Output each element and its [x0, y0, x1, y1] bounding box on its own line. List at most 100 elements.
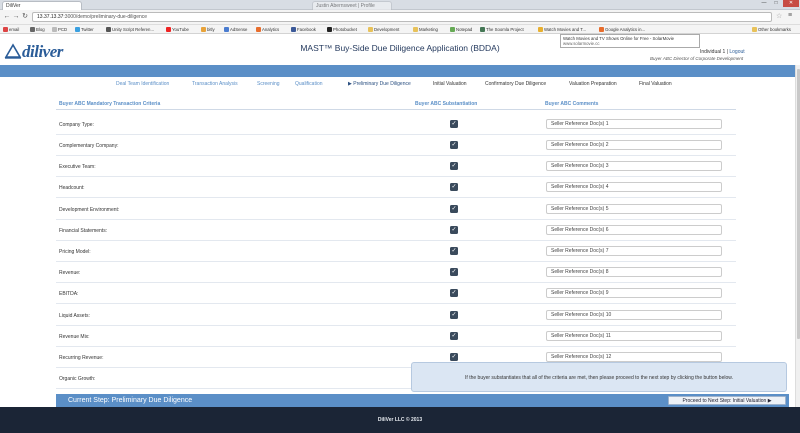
substantiation-checkbox[interactable]: ✓ [450, 183, 458, 191]
instruction-notice: If the buyer substantiates that all of t… [411, 362, 787, 392]
menu-icon[interactable]: ≡ [788, 12, 792, 19]
bookmark-item[interactable]: Blog [30, 25, 45, 34]
next-step-button[interactable]: Proceed to Next Step: Initial Valuation … [668, 396, 786, 405]
substantiation-checkbox[interactable]: ✓ [450, 289, 458, 297]
header-bar [0, 65, 800, 77]
user-info: Individual 1 | Logout [700, 49, 745, 55]
reload-icon[interactable]: ↻ [21, 13, 29, 21]
bookmark-item[interactable]: Analytics [256, 25, 279, 34]
criteria-row: Liquid Assets: ✓ Seller Reference Doc(s) 1… [56, 305, 736, 326]
substantiation-checkbox[interactable]: ✓ [450, 247, 458, 255]
criteria-row: Company Type: ✓ Seller Reference Doc(s) 1 [56, 114, 736, 135]
bookmark-item[interactable]: bitly [201, 25, 215, 34]
criteria-label: Organic Growth: [59, 376, 96, 382]
bookmark-item[interactable]: email [3, 25, 19, 34]
step-deal-team-identification[interactable]: Deal Team Identification [116, 81, 169, 87]
criteria-label: Recurring Revenue: [59, 355, 104, 361]
comment-field[interactable]: Seller Reference Doc(s) 11 [546, 331, 722, 341]
criteria-row: Revenue Mix: ✓ Seller Reference Doc(s) 11 [56, 326, 736, 347]
comment-field[interactable]: Seller Reference Doc(s) 10 [546, 310, 722, 320]
comment-field[interactable]: Seller Reference Doc(s) 4 [546, 182, 722, 192]
comment-field[interactable]: Seller Reference Doc(s) 8 [546, 267, 722, 277]
bookmark-item[interactable]: Unity Script Referen... [106, 25, 154, 34]
substantiation-checkbox[interactable]: ✓ [450, 120, 458, 128]
bookmark-item[interactable]: The Soomla Project [480, 25, 524, 34]
criteria-label: EBITDA: [59, 291, 79, 297]
criteria-label: Executive Team: [59, 164, 96, 170]
substantiation-checkbox[interactable]: ✓ [450, 353, 458, 361]
step-screening[interactable]: Screening [257, 81, 280, 87]
bookmark-item[interactable]: Notepad [450, 25, 472, 34]
logo-icon [4, 43, 22, 59]
address-bar[interactable]: 13.37.13.37:3000/demo/preliminary-due-di… [32, 12, 772, 22]
substantiation-checkbox[interactable]: ✓ [450, 226, 458, 234]
step-qualification[interactable]: Qualification [295, 81, 323, 87]
comment-field[interactable]: Seller Reference Doc(s) 7 [546, 246, 722, 256]
substantiation-checkbox[interactable]: ✓ [450, 141, 458, 149]
comment-field[interactable]: Seller Reference Doc(s) 5 [546, 204, 722, 214]
bookmark-item[interactable]: YouTube [166, 25, 189, 34]
tooltip-url: www.solarmovie.cc [563, 41, 600, 46]
app-logo[interactable]: diliver [22, 42, 63, 62]
bookmark-folder[interactable]: Marketing [413, 25, 438, 34]
logout-link[interactable]: Logout [729, 49, 744, 55]
forward-arrow-icon[interactable]: → [12, 13, 20, 21]
criteria-row: Pricing Model: ✓ Seller Reference Doc(s) 7 [56, 241, 736, 262]
bookmarks-bar: email Blog PCD Twitter Unity Script Refe… [0, 25, 800, 34]
criteria-row: Development Environment: ✓ Seller Referenc… [56, 199, 736, 220]
comment-field[interactable]: Seller Reference Doc(s) 6 [546, 225, 722, 235]
bookmark-item[interactable]: Google Analytics in... [599, 25, 645, 34]
criteria-label: Headcount: [59, 185, 85, 191]
criteria-row: Executive Team: ✓ Seller Reference Doc(s) … [56, 156, 736, 177]
bookmark-item[interactable]: Watch Movies and T... [538, 25, 586, 34]
scrollbar[interactable] [795, 65, 800, 407]
tab-title: Justin Abernsweet | Profile [316, 3, 375, 9]
criteria-row: Financial Statements: ✓ Seller Reference D… [56, 220, 736, 241]
criteria-row: Complementary Company: ✓ Seller Reference … [56, 135, 736, 156]
app-title: MAST™ Buy-Side Due Diligence Application… [300, 43, 500, 53]
browser-tab-strip: DiliVer Justin Abernsweet | Profile — □ … [0, 0, 800, 10]
maximize-icon[interactable]: □ [770, 0, 782, 7]
bookmark-item[interactable]: Twitter [75, 25, 94, 34]
column-header-comments: Buyer ABC Comments [545, 101, 599, 107]
criteria-label: Development Environment: [59, 207, 120, 213]
step-valuation-preparation: Valuation Preparation [569, 81, 617, 87]
other-bookmarks-folder[interactable]: Other bookmarks [752, 25, 791, 34]
substantiation-checkbox[interactable]: ✓ [450, 268, 458, 276]
substantiation-checkbox[interactable]: ✓ [450, 311, 458, 319]
browser-toolbar: ← → ↻ 13.37.13.37:3000/demo/preliminary-… [0, 10, 800, 25]
bookmark-item[interactable]: AdSense [224, 25, 247, 34]
criteria-label: Financial Statements: [59, 228, 108, 234]
comment-field[interactable]: Seller Reference Doc(s) 2 [546, 140, 722, 150]
step-confirmatory-due-diligence: Confirmatory Due Diligence [485, 81, 547, 87]
browser-tab-active[interactable]: DiliVer [2, 1, 82, 10]
column-header-criteria: Buyer ABC Mandatory Transaction Criteria [59, 101, 161, 107]
bookmark-star-icon[interactable]: ☆ [776, 12, 782, 20]
substantiation-checkbox[interactable]: ✓ [450, 332, 458, 340]
close-icon[interactable]: ✕ [783, 0, 799, 7]
bookmark-item[interactable]: PCD [52, 25, 67, 34]
criteria-label: Company Type: [59, 122, 94, 128]
comment-field[interactable]: Seller Reference Doc(s) 3 [546, 161, 722, 171]
bookmark-item[interactable]: Facebook [291, 25, 316, 34]
substantiation-checkbox[interactable]: ✓ [450, 205, 458, 213]
url-path: :3000/demo/preliminary-due-diligence [63, 14, 148, 20]
minimize-icon[interactable]: — [758, 0, 770, 7]
comment-field[interactable]: Seller Reference Doc(s) 1 [546, 119, 722, 129]
bookmark-folder[interactable]: Development [368, 25, 399, 34]
step-navigation: Deal Team Identification Transaction Ana… [0, 81, 800, 89]
tab-title: DiliVer [6, 3, 21, 9]
bookmark-item[interactable]: Photobucket [327, 25, 357, 34]
step-preliminary-due-diligence[interactable]: ▶ Preliminary Due Diligence [348, 81, 411, 87]
substantiation-checkbox[interactable]: ✓ [450, 162, 458, 170]
bookmark-tooltip: Watch Movies and TV Shows Online for Fre… [560, 34, 700, 48]
criteria-row: EBITDA: ✓ Seller Reference Doc(s) 9 [56, 283, 736, 304]
browser-tab[interactable]: Justin Abernsweet | Profile [312, 1, 392, 10]
comment-field[interactable]: Seller Reference Doc(s) 9 [546, 288, 722, 298]
back-arrow-icon[interactable]: ← [3, 13, 11, 21]
column-header-substantiation: Buyer ABC Substantiation [415, 101, 478, 107]
step-transaction-analysis[interactable]: Transaction Analysis [192, 81, 238, 87]
page: DiliVer Justin Abernsweet | Profile — □ … [0, 0, 800, 433]
user-name: Individual 1 [700, 49, 726, 55]
comment-field[interactable]: Seller Reference Doc(s) 12 [546, 352, 722, 362]
